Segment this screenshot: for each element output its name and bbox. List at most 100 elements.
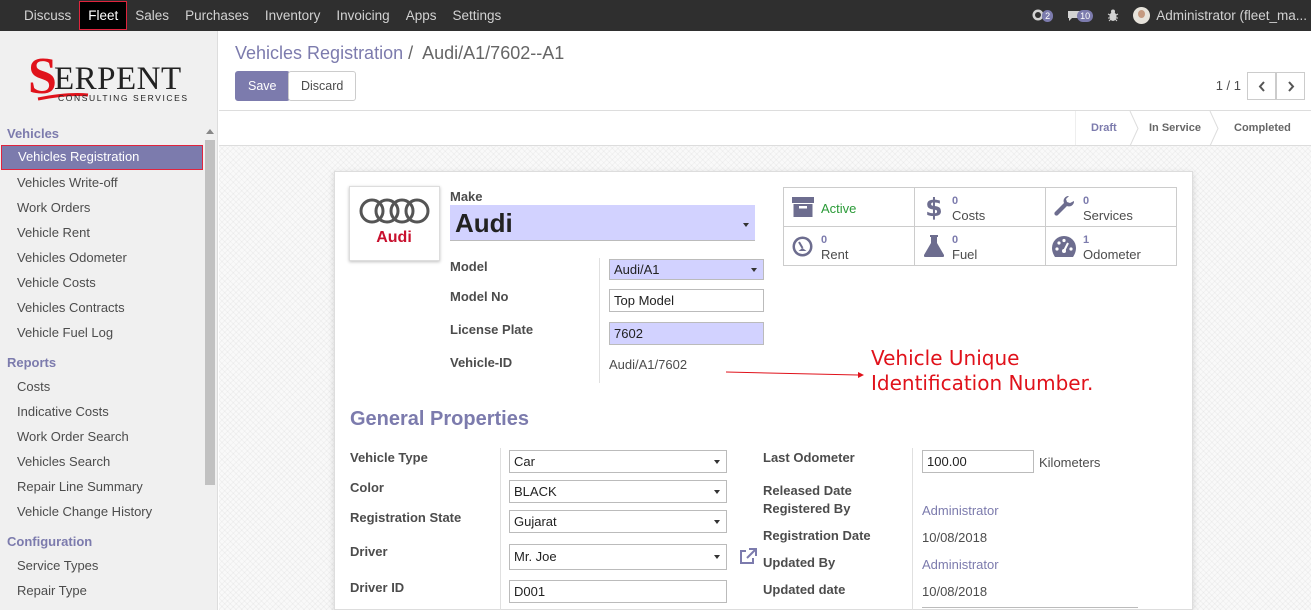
breadcrumb: Vehicles Registration / Audi/A1/7602--A1 — [235, 43, 564, 64]
sidebar-item-indicative-costs[interactable]: Indicative Costs — [1, 399, 203, 424]
costs-button[interactable]: $ 0 Costs — [915, 188, 1046, 227]
messages-button[interactable]: 10 — [1067, 9, 1094, 22]
driver-id-input[interactable]: D001 — [509, 580, 727, 603]
smart-buttons: Active $ 0 Costs 0 Services 0 Rent 0 Fue… — [783, 187, 1177, 266]
external-link-icon[interactable] — [739, 548, 757, 565]
make-field[interactable]: Audi — [450, 205, 755, 241]
driver-label: Driver — [350, 544, 388, 559]
scrollbar-thumb[interactable] — [205, 140, 215, 485]
vehicle-type-select[interactable]: Car — [509, 450, 727, 473]
statusbar: Draft In Service Completed — [219, 111, 1311, 146]
menu-sales[interactable]: Sales — [127, 0, 177, 31]
vehicle-id-value: Audi/A1/7602 — [609, 357, 688, 372]
chat-count-badge: 2 — [1042, 9, 1054, 22]
menu-invoicing[interactable]: Invoicing — [328, 0, 397, 31]
registered-by-link[interactable]: Administrator — [922, 503, 999, 518]
registration-state-select[interactable]: Gujarat — [509, 510, 727, 533]
sidebar-item-work-orders[interactable]: Work Orders — [1, 195, 203, 220]
chat-button[interactable]: 2 — [1032, 9, 1054, 22]
license-plate-input[interactable]: 7602 — [609, 322, 764, 345]
field-divider — [500, 448, 501, 610]
sidebar-item-service-types[interactable]: Service Types — [1, 553, 203, 578]
registration-state-label: Registration State — [350, 510, 462, 525]
messages-count-badge: 10 — [1077, 9, 1094, 22]
menu-discuss[interactable]: Discuss — [16, 0, 79, 31]
menu-settings[interactable]: Settings — [444, 0, 509, 31]
menu-inventory[interactable]: Inventory — [257, 0, 329, 31]
model-label: Model — [450, 259, 488, 274]
user-menu[interactable]: Administrator (fleet_ma... — [1133, 7, 1307, 24]
dashboard-icon — [1052, 236, 1076, 257]
section-reports: Reports — [7, 355, 57, 370]
sidebar-item-repair-line-summary[interactable]: Repair Line Summary — [1, 474, 203, 499]
odometer-label: Odometer — [1083, 247, 1141, 262]
sidebar: S ERPENT CONSULTING SERVICES Vehicles Ve… — [0, 31, 218, 610]
pager-previous-button[interactable] — [1247, 72, 1276, 100]
model-no-input[interactable]: Top Model — [609, 289, 764, 312]
services-button[interactable]: 0 Services — [1046, 188, 1177, 227]
caret-down-icon — [714, 460, 720, 464]
discard-button[interactable]: Discard — [288, 71, 357, 101]
last-odometer-label: Last Odometer — [763, 450, 855, 465]
caret-down-icon — [714, 555, 720, 559]
vehicle-id-label: Vehicle-ID — [450, 355, 513, 370]
sidebar-item-work-order-search[interactable]: Work Order Search — [1, 424, 203, 449]
menu-apps[interactable]: Apps — [398, 0, 445, 31]
sidebar-item-vehicle-costs[interactable]: Vehicle Costs — [1, 270, 203, 295]
updated-by-link[interactable]: Administrator — [922, 557, 999, 572]
color-label: Color — [350, 480, 384, 495]
color-value: BLACK — [514, 484, 557, 499]
updated-by-label: Updated By — [763, 555, 836, 570]
scroll-up-arrow-icon[interactable] — [206, 129, 214, 134]
model-select[interactable]: Audi/A1 — [609, 259, 764, 280]
logo-text: Audi — [376, 229, 412, 246]
stage-in-service[interactable]: In Service — [1149, 111, 1201, 146]
sidebar-item-vehicle-change-history[interactable]: Vehicle Change History — [1, 499, 203, 524]
menu-fleet[interactable]: Fleet — [79, 1, 128, 30]
sidebar-item-vehicle-rent[interactable]: Vehicle Rent — [1, 220, 203, 245]
active-toggle-button[interactable]: Active — [784, 188, 915, 227]
logo-wordmark: ERPENT — [54, 61, 182, 97]
vehicle-image[interactable]: Audi — [349, 186, 440, 261]
breadcrumb-parent[interactable]: Vehicles Registration — [235, 43, 403, 63]
caret-down-icon — [751, 268, 757, 272]
caret-down-icon — [714, 490, 720, 494]
section-vehicles: Vehicles — [7, 126, 60, 141]
updated-date-label: Updated date — [763, 582, 846, 597]
sidebar-item-repair-type[interactable]: Repair Type — [1, 578, 203, 603]
model-no-label: Model No — [450, 289, 509, 304]
save-button[interactable]: Save — [235, 71, 290, 101]
stage-draft[interactable]: Draft — [1091, 111, 1117, 146]
sidebar-item-vehicles-search[interactable]: Vehicles Search — [1, 449, 203, 474]
sidebar-item-vehicles-write-off[interactable]: Vehicles Write-off — [1, 170, 203, 195]
user-name: Administrator (fleet_ma... — [1156, 8, 1307, 23]
sidebar-item-vehicles-registration[interactable]: Vehicles Registration — [1, 145, 203, 170]
debug-button[interactable] — [1107, 9, 1119, 22]
released-date-label: Released Date — [763, 483, 852, 498]
fuel-button[interactable]: 0 Fuel — [915, 227, 1046, 266]
sidebar-item-vehicle-fuel-log[interactable]: Vehicle Fuel Log — [1, 320, 203, 345]
logo-tagline: CONSULTING SERVICES — [58, 93, 189, 103]
svg-text:$: $ — [927, 194, 941, 221]
sidebar-item-costs[interactable]: Costs — [1, 374, 203, 399]
sidebar-scrollbar[interactable] — [204, 126, 216, 610]
pager-next-button[interactable] — [1276, 72, 1305, 100]
annotation-line-1: Vehicle Unique — [871, 346, 1020, 370]
sidebar-item-vehicles-odometer[interactable]: Vehicles Odometer — [1, 245, 203, 270]
sidebar-item-vehicles-contracts[interactable]: Vehicles Contracts — [1, 295, 203, 320]
services-label: Services — [1083, 208, 1133, 223]
annotation-arrow — [725, 371, 864, 378]
driver-select[interactable]: Mr. Joe — [509, 544, 727, 570]
menu-purchases[interactable]: Purchases — [177, 0, 257, 31]
color-select[interactable]: BLACK — [509, 480, 727, 503]
driver-id-label: Driver ID — [350, 580, 405, 595]
costs-label: Costs — [952, 208, 986, 223]
registered-by-label: Registered By — [763, 501, 851, 516]
odometer-button[interactable]: 1 Odometer — [1046, 227, 1177, 266]
field-divider — [912, 448, 913, 610]
stage-completed[interactable]: Completed — [1234, 111, 1291, 146]
bug-icon — [1107, 9, 1119, 22]
rent-button[interactable]: 0 Rent — [784, 227, 915, 266]
pager-value[interactable]: 1 / 1 — [1216, 78, 1241, 93]
last-odometer-input[interactable]: 100.00 — [922, 450, 1034, 473]
